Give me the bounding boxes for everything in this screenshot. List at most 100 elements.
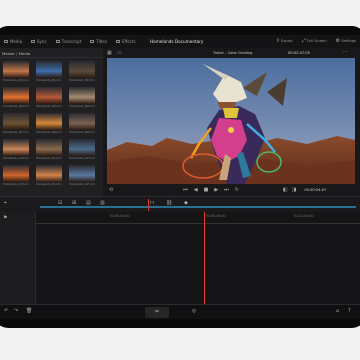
thumbnail-caption: Homelands_001.mov bbox=[3, 79, 29, 82]
thumbnail-image bbox=[3, 61, 29, 78]
media-thumbnail[interactable]: Homelands_008.mov bbox=[36, 113, 62, 135]
fullscreen-button[interactable]: ⤢ Full Screen bbox=[302, 39, 327, 44]
thumbnail-image bbox=[69, 113, 95, 130]
thumbnail-caption: Homelands_014.mov bbox=[36, 183, 62, 186]
titles-icon bbox=[90, 40, 95, 43]
sync-icon bbox=[31, 40, 36, 43]
thumbnail-image bbox=[3, 139, 29, 156]
out-point-icon[interactable]: ◨ bbox=[292, 187, 297, 193]
thumbnail-caption: Homelands_003.mov bbox=[69, 79, 95, 82]
repeat-icon[interactable]: ↻ bbox=[235, 187, 239, 193]
help-icon[interactable]: ? bbox=[348, 309, 351, 314]
record-timecode: 00:00:54:07 bbox=[304, 188, 327, 192]
page-bar: ↶ ↷ 🗑 ✂ ◎ ⌂ ? bbox=[0, 304, 360, 319]
mini-timeline-bar[interactable] bbox=[40, 206, 356, 208]
thumbnail-image bbox=[69, 165, 95, 182]
timeline-panel: ⚑ ▣ ♪ 01:00:00:00 01:00:30:00 01:01:00:0… bbox=[0, 212, 360, 319]
cut-page-icon: ✂ bbox=[154, 309, 160, 315]
thumbnail-caption: Homelands_011.mov bbox=[36, 157, 62, 160]
thumbnail-caption: Homelands_006.mov bbox=[69, 105, 95, 108]
clip-title: Trailer - Color Grading bbox=[213, 51, 253, 55]
home-icon[interactable]: ⌂ bbox=[336, 309, 339, 314]
media-icon bbox=[4, 40, 8, 43]
thumbnail-image bbox=[69, 139, 95, 156]
thumbnail-image bbox=[36, 165, 62, 182]
play-icon[interactable]: ▶ bbox=[214, 187, 218, 193]
thumbnail-caption: Homelands_012.mov bbox=[69, 157, 95, 160]
thumbnail-image bbox=[36, 139, 62, 156]
media-thumbnail[interactable]: Homelands_004.mov bbox=[3, 87, 29, 109]
media-thumbnail[interactable]: Homelands_013.mov bbox=[3, 165, 29, 187]
source-timecode: 00:02:47:05 bbox=[288, 51, 310, 55]
media-thumbnail[interactable]: Homelands_011.mov bbox=[36, 139, 62, 161]
stop-icon[interactable]: ■ bbox=[204, 187, 209, 193]
viewer-image bbox=[107, 58, 355, 184]
more-options-icon[interactable]: ⋯ bbox=[343, 50, 348, 55]
menu-media[interactable]: Media bbox=[4, 39, 22, 44]
menu-sync[interactable]: Sync bbox=[31, 39, 47, 44]
skip-back-icon[interactable]: ⏮ bbox=[183, 187, 188, 193]
thumbnail-caption: Homelands_004.mov bbox=[3, 105, 29, 108]
ruler-label: 01:00:00:00 bbox=[110, 214, 130, 218]
cut-page-button[interactable]: ✂ bbox=[145, 307, 169, 318]
media-pool-panel: Master / Media Homelands_001.mov Homeland… bbox=[0, 48, 103, 196]
media-thumbnail[interactable]: Homelands_009.mov bbox=[69, 113, 95, 135]
menu-transcript[interactable]: Transcript bbox=[55, 39, 81, 44]
top-menu-bar: Media Sync Transcript Titles Effects Hom… bbox=[0, 35, 360, 48]
media-thumbnail[interactable]: Homelands_007.mov bbox=[3, 113, 29, 135]
dancer-frame bbox=[107, 58, 355, 184]
media-thumbnail[interactable]: Homelands_014.mov bbox=[36, 165, 62, 187]
thumbnail-image bbox=[36, 87, 62, 104]
undo-icon[interactable]: ↶ bbox=[4, 309, 8, 314]
select-tool-icon[interactable]: ⌖ bbox=[4, 201, 7, 206]
timeline-options-icon[interactable]: ⚑ bbox=[3, 216, 7, 221]
redo-icon[interactable]: ↷ bbox=[14, 309, 18, 314]
transcript-icon bbox=[55, 40, 60, 43]
fullscreen-icon: ⤢ bbox=[301, 38, 306, 44]
thumbnail-caption: Homelands_010.mov bbox=[3, 157, 29, 160]
thumbnail-caption: Homelands_007.mov bbox=[3, 131, 29, 134]
thumbnail-image bbox=[3, 87, 29, 104]
media-thumbnail[interactable]: Homelands_015.mov bbox=[69, 165, 95, 187]
thumbnail-image bbox=[3, 113, 29, 130]
thumbnail-caption: Homelands_013.mov bbox=[3, 183, 29, 186]
thumbnail-image bbox=[69, 61, 95, 78]
loop-icon[interactable]: ⟲ bbox=[109, 187, 113, 193]
edit-page-icon[interactable]: ◎ bbox=[192, 309, 196, 314]
skip-forward-icon[interactable]: ⏭ bbox=[224, 187, 229, 193]
media-thumbnail[interactable]: Homelands_005.mov bbox=[36, 87, 62, 109]
timeline-ruler[interactable]: 01:00:00:00 01:00:30:00 01:01:00:00 bbox=[36, 212, 360, 224]
ruler-label: 01:00:30:00 bbox=[206, 214, 226, 218]
media-thumbnail[interactable]: Homelands_006.mov bbox=[69, 87, 95, 109]
track-headers: ⚑ ▣ ♪ bbox=[0, 212, 36, 317]
in-point-icon[interactable]: ◧ bbox=[283, 187, 288, 193]
timeline-playhead[interactable] bbox=[204, 212, 206, 304]
edit-toolbar: ⌖ ⊟ ⊞ ▤ ▥ ⊓ ⛓ ◆ bbox=[0, 196, 360, 212]
settings-button[interactable]: ⚙ Settings bbox=[336, 39, 356, 44]
thumbnail-caption: Homelands_005.mov bbox=[36, 105, 62, 108]
thumbnail-caption: Homelands_002.mov bbox=[36, 79, 62, 82]
effects-icon bbox=[115, 40, 120, 43]
media-thumbnail[interactable]: Homelands_012.mov bbox=[69, 139, 95, 161]
delete-icon[interactable]: 🗑 bbox=[26, 309, 32, 314]
media-thumbnail[interactable]: Homelands_010.mov bbox=[3, 139, 29, 161]
step-back-icon[interactable]: ◀ bbox=[194, 187, 198, 193]
mini-playhead[interactable] bbox=[148, 199, 149, 211]
transport-controls: ⟲ ⏮ ◀ ■ ▶ ⏭ ↻ ◧ ◨ 00:00:54:07 bbox=[103, 184, 360, 196]
export-button[interactable]: ⇪ Export bbox=[276, 39, 293, 44]
thumbnail-caption: Homelands_009.mov bbox=[69, 131, 95, 134]
media-pool-header: Master / Media bbox=[0, 48, 103, 58]
resolve-app-window: Media Sync Transcript Titles Effects Hom… bbox=[0, 35, 360, 319]
menu-titles[interactable]: Titles bbox=[90, 39, 107, 44]
thumbnail-image bbox=[36, 113, 62, 130]
thumbnail-image bbox=[69, 87, 95, 104]
grid-view-icon[interactable]: ▦ bbox=[107, 51, 112, 56]
thumbnail-image bbox=[36, 61, 62, 78]
thumbnail-image bbox=[3, 165, 29, 182]
media-thumbnail[interactable]: Homelands_001.mov bbox=[3, 61, 29, 83]
thumbnail-caption: Homelands_015.mov bbox=[69, 183, 95, 186]
media-thumbnail[interactable]: Homelands_002.mov bbox=[36, 61, 62, 83]
media-thumbnail[interactable]: Homelands_003.mov bbox=[69, 61, 95, 83]
menu-effects[interactable]: Effects bbox=[115, 39, 136, 44]
aspect-icon[interactable]: ▭ bbox=[117, 51, 122, 56]
